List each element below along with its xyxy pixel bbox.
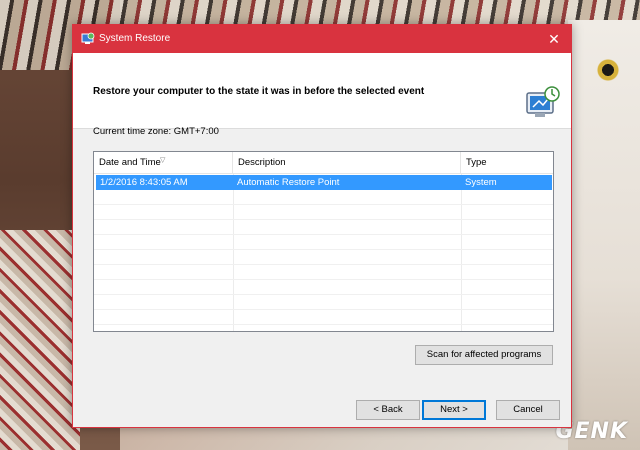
column-header-label: Date and Time [99, 157, 161, 168]
system-restore-monitor-icon [526, 86, 560, 117]
timezone-label: Current time zone: GMT+7:00 [93, 126, 219, 137]
cell-date-and-time: 1/2/2016 8:43:05 AM [100, 177, 188, 188]
row-gridline [94, 279, 553, 280]
back-button[interactable]: < Back [356, 400, 420, 420]
row-gridline [94, 249, 553, 250]
column-header-type[interactable]: Type [461, 152, 553, 174]
row-gridline [94, 324, 553, 325]
header-panel: Restore your computer to the state it wa… [73, 53, 571, 129]
system-restore-icon [81, 32, 95, 44]
restore-points-table[interactable]: ▽ Date and Time Description Type 1/2/201… [93, 151, 554, 332]
table-header: ▽ Date and Time Description Type [94, 152, 553, 174]
cell-description: Automatic Restore Point [237, 177, 340, 188]
row-gridline [94, 309, 553, 310]
cancel-button[interactable]: Cancel [496, 400, 560, 420]
table-row[interactable]: 1/2/2016 8:43:05 AM Automatic Restore Po… [96, 175, 552, 190]
wallpaper-patterned-cloth [0, 230, 80, 450]
column-header-label: Description [238, 157, 286, 168]
next-button[interactable]: Next > [422, 400, 486, 420]
sort-descending-icon: ▽ [160, 157, 166, 164]
title-bar[interactable]: System Restore ✕ [73, 25, 571, 53]
column-divider [233, 174, 234, 331]
close-button[interactable]: ✕ [537, 25, 571, 53]
column-header-description[interactable]: Description [233, 152, 461, 174]
cell-type: System [465, 177, 497, 188]
wallpaper-hawk [568, 20, 640, 450]
column-header-label: Type [466, 157, 487, 168]
system-restore-dialog: System Restore ✕ Restore your computer t… [72, 24, 572, 428]
row-gridline [94, 204, 553, 205]
page-title: Restore your computer to the state it wa… [93, 86, 425, 97]
row-gridline [94, 234, 553, 235]
row-gridline [94, 294, 553, 295]
row-gridline [94, 264, 553, 265]
row-gridline [94, 219, 553, 220]
column-divider [461, 174, 462, 331]
window-title: System Restore [99, 33, 171, 44]
scan-affected-programs-button[interactable]: Scan for affected programs [415, 345, 553, 365]
column-header-date-and-time[interactable]: ▽ Date and Time [94, 152, 233, 174]
